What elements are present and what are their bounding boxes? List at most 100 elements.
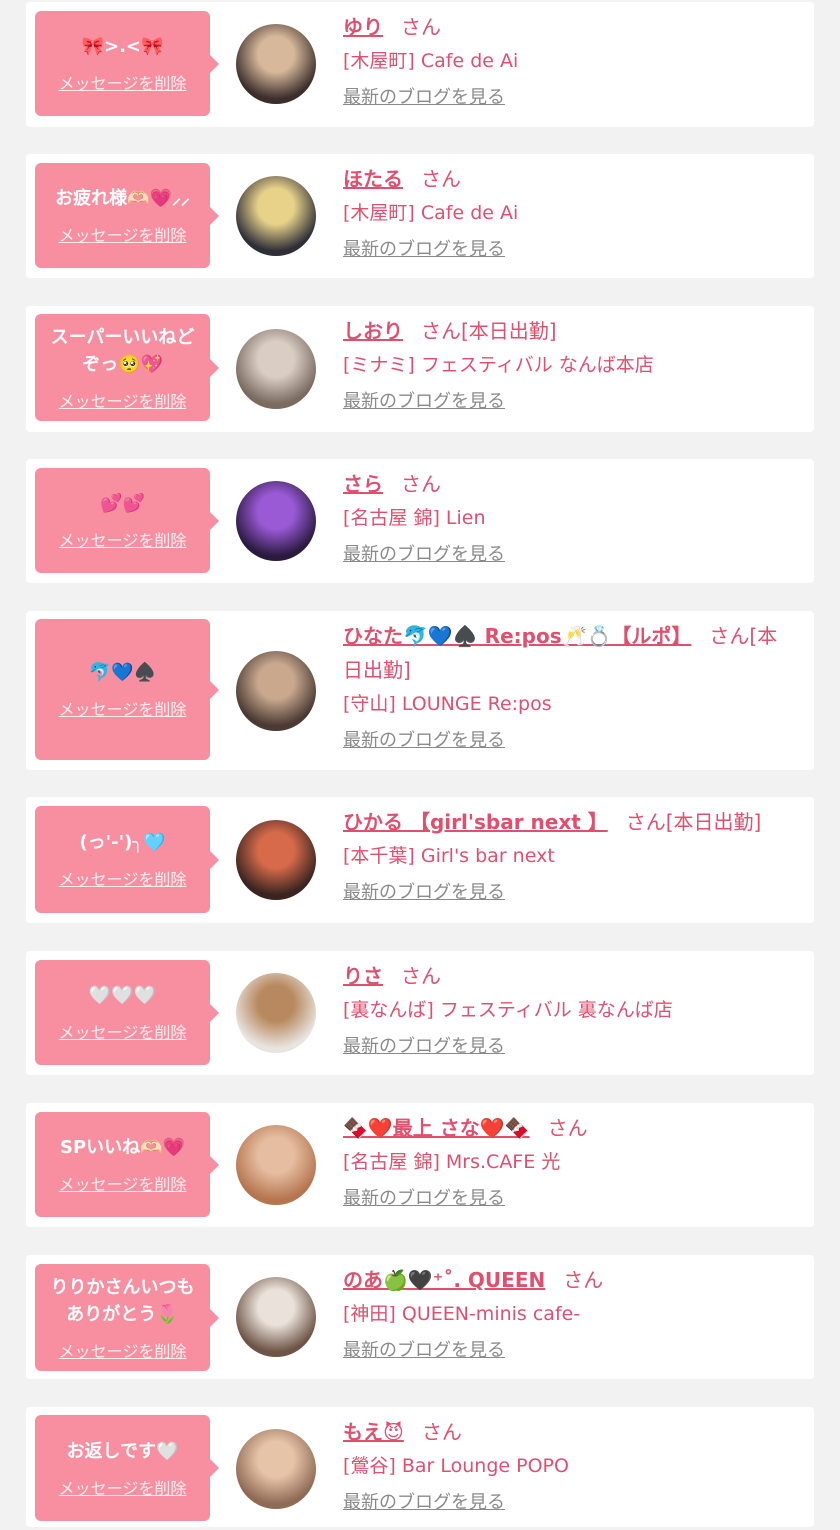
message-text: お疲れ様🫶🏻💗⸝⸝ bbox=[55, 188, 190, 209]
message-bubble: 🤍🤍🤍 メッセージを削除 bbox=[35, 960, 219, 1065]
message-text: SPいいね🫶🏻💗 bbox=[60, 1137, 185, 1158]
delete-message-link[interactable]: メッセージを削除 bbox=[59, 70, 187, 94]
message-text: 💕💕 bbox=[100, 493, 145, 514]
honorific-label: さん bbox=[421, 167, 461, 191]
avatar[interactable] bbox=[236, 973, 316, 1053]
message-text: お返しです🤍 bbox=[66, 1440, 179, 1462]
message-card: 💕💕 メッセージを削除 さら さん [名古屋 錦] Lien 最新のブログを見る bbox=[26, 459, 814, 583]
message-text: 🤍🤍🤍 bbox=[88, 985, 157, 1006]
profile-name-link[interactable]: ひかる 【girl'sbar next 】 bbox=[343, 810, 608, 834]
latest-blog-link[interactable]: 最新のブログを見る bbox=[343, 238, 505, 262]
profile-info: もえ😈 さん [鶯谷] Bar Lounge POPO 最新のブログを見る bbox=[343, 1415, 796, 1515]
delete-message-link[interactable]: メッセージを削除 bbox=[59, 1338, 187, 1362]
shop-name: [ミナミ] フェスティバル なんば本店 bbox=[343, 354, 654, 376]
message-card: お疲れ様🫶🏻💗⸝⸝ メッセージを削除 ほたる さん [木屋町] Cafe de Ai 最新… bbox=[26, 154, 814, 278]
latest-blog-link[interactable]: 最新のブログを見る bbox=[343, 1339, 505, 1363]
message-card: 🐬💙♠️ メッセージを削除 ひなた🐬💙♠️ Re:pos🥂💍【ルポ】 さん[本日出勤]… bbox=[26, 611, 814, 770]
shop-name: [木屋町] Cafe de Ai bbox=[343, 202, 519, 224]
profile-info: ゆり さん [木屋町] Cafe de Ai 最新のブログを見る bbox=[343, 10, 796, 110]
honorific-label: さん bbox=[401, 472, 441, 496]
message-bubble: りりかさんいつも ありがとう🌷 メッセージを削除 bbox=[35, 1264, 219, 1371]
message-bubble: SPいいね🫶🏻💗 メッセージを削除 bbox=[35, 1112, 219, 1217]
profile-info: ひかる 【girl'sbar next 】さん[本日出勤] [本千葉] Girl'… bbox=[343, 805, 796, 905]
name-line: しおり さん[本日出勤] bbox=[343, 314, 796, 348]
profile-info: ほたる さん [木屋町] Cafe de Ai 最新のブログを見る bbox=[343, 162, 796, 262]
shop-name: [木屋町] Cafe de Ai bbox=[343, 50, 519, 72]
profile-name-link[interactable]: ほたる bbox=[343, 167, 403, 191]
message-card: 🎀>.<🎀 メッセージを削除 ゆり さん [木屋町] Cafe de Ai 最新のブログを… bbox=[26, 2, 814, 127]
message-card: お返しです🤍 メッセージを削除 もえ😈 さん [鶯谷] Bar Lounge POPO 最… bbox=[26, 1407, 814, 1527]
message-card: スーパーいいねど ぞっ🥺💖 メッセージを削除 しおり さん[本日出勤] [ミナミ] フェ… bbox=[26, 306, 814, 432]
honorific-label: さん bbox=[563, 1268, 604, 1292]
name-line: りさ さん bbox=[343, 959, 796, 993]
shop-name: [名古屋 錦] Lien bbox=[343, 507, 486, 529]
profile-info: さら さん [名古屋 錦] Lien 最新のブログを見る bbox=[343, 467, 796, 567]
profile-info: りさ さん [裏なんば] フェスティバル 裏なんば店 最新のブログを見る bbox=[343, 959, 796, 1059]
profile-info: 🍫❤️最上 さな❤️🍫 さん [名古屋 錦] Mrs.CAFE 光最新のブログを見る bbox=[343, 1111, 796, 1211]
message-list: 🎀>.<🎀 メッセージを削除 ゆり さん [木屋町] Cafe de Ai 最新のブログを… bbox=[0, 0, 840, 1530]
delete-message-link[interactable]: メッセージを削除 bbox=[59, 222, 187, 246]
honorific-label: さん bbox=[401, 964, 441, 988]
latest-blog-link[interactable]: 最新のブログを見る bbox=[343, 881, 505, 905]
profile-name-link[interactable]: りさ bbox=[343, 964, 383, 988]
message-text: スーパーいいねど ぞっ🥺💖 bbox=[50, 326, 195, 375]
avatar[interactable] bbox=[236, 176, 316, 256]
profile-name-link[interactable]: ゆり bbox=[343, 15, 383, 39]
delete-message-link[interactable]: メッセージを削除 bbox=[59, 1475, 187, 1499]
profile-name-link[interactable]: ひなた🐬💙♠️ Re:pos🥂💍【ルポ】 bbox=[343, 624, 691, 648]
avatar[interactable] bbox=[236, 24, 316, 104]
delete-message-link[interactable]: メッセージを削除 bbox=[59, 696, 187, 720]
name-line: のあ🍏🖤⁺˚. QUEEN さん bbox=[343, 1263, 796, 1297]
message-bubble: お返しです🤍 メッセージを削除 bbox=[35, 1415, 219, 1521]
shop-name: [守山] LOUNGE Re:pos bbox=[343, 693, 552, 715]
message-card: (っ'-')╮🩵 メッセージを削除 ひかる 【girl'sbar next 】さん[… bbox=[26, 797, 814, 923]
avatar[interactable] bbox=[236, 1429, 316, 1509]
message-card: りりかさんいつも ありがとう🌷 メッセージを削除 のあ🍏🖤⁺˚. QUEEN さん [神… bbox=[26, 1255, 814, 1379]
avatar[interactable] bbox=[236, 820, 316, 900]
profile-info: しおり さん[本日出勤] [ミナミ] フェスティバル なんば本店 最新のブログを見る bbox=[343, 314, 796, 414]
profile-info: ひなた🐬💙♠️ Re:pos🥂💍【ルポ】 さん[本日出勤] [守山] LOUNGE … bbox=[343, 619, 796, 753]
shop-name: [本千葉] Girl's bar next bbox=[343, 845, 555, 867]
latest-blog-link[interactable]: 最新のブログを見る bbox=[343, 1491, 505, 1515]
latest-blog-link[interactable]: 最新のブログを見る bbox=[343, 86, 505, 110]
delete-message-link[interactable]: メッセージを削除 bbox=[59, 388, 187, 412]
avatar[interactable] bbox=[236, 329, 316, 409]
message-text: 🎀>.<🎀 bbox=[81, 36, 164, 57]
avatar[interactable] bbox=[236, 1125, 316, 1205]
avatar[interactable] bbox=[236, 481, 316, 561]
latest-blog-link[interactable]: 最新のブログを見る bbox=[343, 729, 505, 753]
profile-name-link[interactable]: しおり bbox=[343, 319, 403, 343]
profile-name-link[interactable]: さら bbox=[343, 472, 383, 496]
name-line: ほたる さん bbox=[343, 162, 796, 196]
delete-message-link[interactable]: メッセージを削除 bbox=[59, 527, 187, 551]
honorific-label: さん bbox=[547, 1116, 588, 1140]
avatar[interactable] bbox=[236, 651, 316, 731]
profile-name-link[interactable]: のあ🍏🖤⁺˚. QUEEN bbox=[343, 1268, 545, 1292]
delete-message-link[interactable]: メッセージを削除 bbox=[59, 1171, 187, 1195]
name-line: 🍫❤️最上 さな❤️🍫 さん bbox=[343, 1111, 796, 1145]
honorific-label: さん[本日出勤] bbox=[421, 319, 557, 343]
delete-message-link[interactable]: メッセージを削除 bbox=[59, 866, 187, 890]
message-card: SPいいね🫶🏻💗 メッセージを削除 🍫❤️最上 さな❤️🍫 さん [名古屋 錦] Mrs… bbox=[26, 1103, 814, 1227]
avatar[interactable] bbox=[236, 1277, 316, 1357]
latest-blog-link[interactable]: 最新のブログを見る bbox=[343, 543, 505, 567]
latest-blog-link[interactable]: 最新のブログを見る bbox=[343, 390, 505, 414]
message-text: (っ'-')╮🩵 bbox=[79, 832, 166, 853]
latest-blog-link[interactable]: 最新のブログを見る bbox=[343, 1187, 505, 1211]
name-line: ゆり さん bbox=[343, 10, 796, 44]
honorific-label: さん bbox=[401, 15, 441, 39]
shop-name: [裏なんば] フェスティバル 裏なんば店 bbox=[343, 999, 673, 1021]
profile-name-link[interactable]: もえ😈 bbox=[343, 1420, 404, 1444]
delete-message-link[interactable]: メッセージを削除 bbox=[59, 1019, 187, 1043]
message-bubble: 💕💕 メッセージを削除 bbox=[35, 468, 219, 573]
message-bubble: 🎀>.<🎀 メッセージを削除 bbox=[35, 11, 219, 116]
message-bubble: スーパーいいねど ぞっ🥺💖 メッセージを削除 bbox=[35, 314, 219, 421]
honorific-label: さん[本日出勤] bbox=[625, 810, 762, 834]
profile-info: のあ🍏🖤⁺˚. QUEEN さん [神田] QUEEN-minis cafe- 最新の… bbox=[343, 1263, 796, 1363]
shop-name: [名古屋 錦] Mrs.CAFE 光 bbox=[343, 1151, 561, 1173]
profile-name-link[interactable]: 🍫❤️最上 さな❤️🍫 bbox=[343, 1116, 530, 1140]
name-line: もえ😈 さん bbox=[343, 1415, 796, 1449]
latest-blog-link[interactable]: 最新のブログを見る bbox=[343, 1035, 505, 1059]
message-card: 🤍🤍🤍 メッセージを削除 りさ さん [裏なんば] フェスティバル 裏なんば店 最新のブロ… bbox=[26, 951, 814, 1075]
message-text: りりかさんいつも ありがとう🌷 bbox=[50, 1276, 195, 1325]
